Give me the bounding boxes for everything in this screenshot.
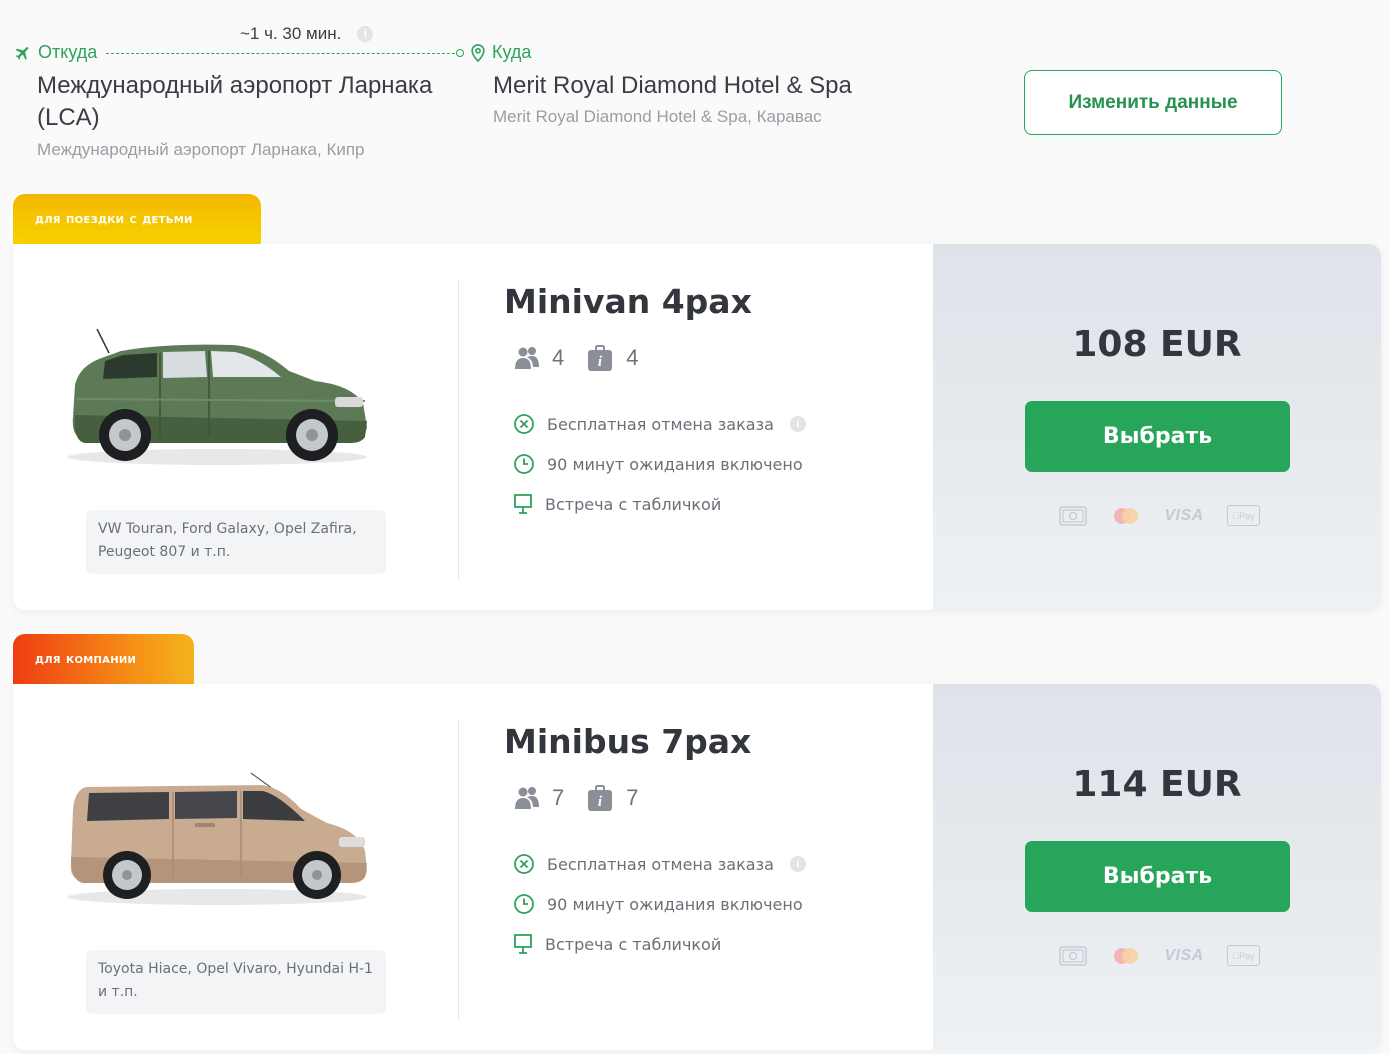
car-class-title: Minivan 4pax [504, 282, 752, 321]
offer-card-body: Toyota Hiace, Opel Vivaro, Hyundai H-1 и… [13, 684, 1381, 1050]
luggage-icon: i [588, 345, 613, 371]
luggage-value: 7 [626, 785, 639, 810]
sign-icon [514, 494, 532, 514]
card-divider [458, 720, 459, 1020]
mastercard-icon [1111, 506, 1141, 526]
passengers-icon [515, 347, 539, 369]
cancellation-info-icon[interactable]: i [789, 416, 806, 432]
to-label: Куда [470, 42, 531, 63]
payment-methods: VISA Pay [1059, 505, 1260, 526]
feature-item: Встреча с табличкой [513, 484, 806, 524]
passengers-icon [515, 787, 539, 809]
luggage-icon: i [588, 785, 613, 811]
from-label: Откуда [14, 42, 97, 63]
route-line [106, 53, 460, 54]
features-list: Бесплатная отмена заказа i 90 минут ожид… [513, 844, 806, 964]
minibus-image [67, 772, 367, 905]
offer-card-body: VW Touran, Ford Galaxy, Opel Zafira, Peu… [13, 244, 1381, 610]
trip-duration-text: ~1 ч. 30 мин. [240, 24, 342, 43]
passengers-count: 4 [514, 345, 564, 371]
car-models: Toyota Hiace, Opel Vivaro, Hyundai H-1 и… [86, 950, 386, 1014]
luggage-value: 4 [626, 345, 639, 370]
route-end-dot [456, 49, 464, 57]
price-panel: 108 EUR Выбрать VISA Pay [933, 244, 1381, 610]
card-divider [458, 280, 459, 580]
cancel-icon [514, 854, 534, 874]
capacity: 7 i 7 [514, 784, 661, 812]
offer-badge: для компании [13, 634, 194, 686]
from-label-text: Откуда [38, 42, 98, 62]
car-class-title: Minibus 7pax [504, 722, 752, 761]
offer-card: для поездки с детьми VW Touran, Ford Gal… [13, 194, 1381, 610]
apple-pay-icon: Pay [1227, 945, 1260, 966]
mastercard-icon [1111, 946, 1141, 966]
cash-icon [1059, 505, 1087, 526]
price: 108 EUR [1072, 324, 1242, 365]
minivan-image [67, 328, 367, 465]
location-pin-icon [471, 43, 485, 62]
select-button[interactable]: Выбрать [1025, 401, 1290, 472]
price: 114 EUR [1072, 764, 1242, 805]
passengers-value: 7 [552, 785, 565, 810]
clock-icon [514, 894, 534, 914]
feature-item: Встреча с табличкой [513, 924, 806, 964]
luggage-count: i 7 [586, 784, 639, 812]
sign-icon [514, 934, 532, 954]
feature-item: 90 минут ожидания включено [513, 444, 806, 484]
plane-icon [15, 46, 29, 60]
to-label-text: Куда [492, 42, 532, 62]
visa-icon: VISA [1164, 946, 1204, 964]
features-list: Бесплатная отмена заказа i 90 минут ожид… [513, 404, 806, 524]
feature-text: Бесплатная отмена заказа [547, 414, 774, 434]
from-title: Международный аэропорт Ларнака (LCA) [37, 72, 433, 131]
feature-text: Встреча с табличкой [545, 494, 722, 514]
feature-text: 90 минут ожидания включено [547, 894, 803, 914]
trip-duration: ~1 ч. 30 мин. i [240, 24, 374, 44]
cancel-icon [514, 414, 534, 434]
offer-badge: для поездки с детьми [13, 194, 261, 246]
passengers-count: 7 [514, 785, 564, 811]
to-title: Merit Royal Diamond Hotel & Spa [493, 72, 852, 99]
offer-card: для компании Toyota Hiace, Opel Vivaro, … [13, 634, 1381, 1050]
duration-info-icon[interactable]: i [357, 26, 374, 42]
apple-pay-text: Pay [1235, 950, 1255, 961]
apple-pay-text: Pay [1235, 510, 1255, 521]
feature-item: Бесплатная отмена заказа i [513, 404, 806, 444]
car-models: VW Touran, Ford Galaxy, Opel Zafira, Peu… [86, 510, 386, 574]
visa-icon: VISA [1164, 506, 1204, 524]
feature-text: 90 минут ожидания включено [547, 454, 803, 474]
feature-text: Бесплатная отмена заказа [547, 854, 774, 874]
select-button[interactable]: Выбрать [1025, 841, 1290, 912]
to-subtitle: Merit Royal Diamond Hotel & Spa, Каравас [493, 107, 822, 126]
capacity: 4 i 4 [514, 344, 661, 372]
cancellation-info-icon[interactable]: i [789, 856, 806, 872]
payment-methods: VISA Pay [1059, 945, 1260, 966]
feature-text: Встреча с табличкой [545, 934, 722, 954]
route-summary: ~1 ч. 30 мин. i Откуда Международный аэр… [0, 0, 1390, 180]
feature-item: 90 минут ожидания включено [513, 884, 806, 924]
passengers-value: 4 [552, 345, 565, 370]
price-panel: 114 EUR Выбрать VISA Pay [933, 684, 1381, 1050]
luggage-count: i 4 [586, 344, 639, 372]
cash-icon [1059, 945, 1087, 966]
change-details-button[interactable]: Изменить данные [1024, 70, 1282, 135]
from-subtitle: Международный аэропорт Ларнака, Кипр [37, 140, 365, 159]
feature-item: Бесплатная отмена заказа i [513, 844, 806, 884]
apple-pay-icon: Pay [1227, 505, 1260, 526]
clock-icon [514, 454, 534, 474]
